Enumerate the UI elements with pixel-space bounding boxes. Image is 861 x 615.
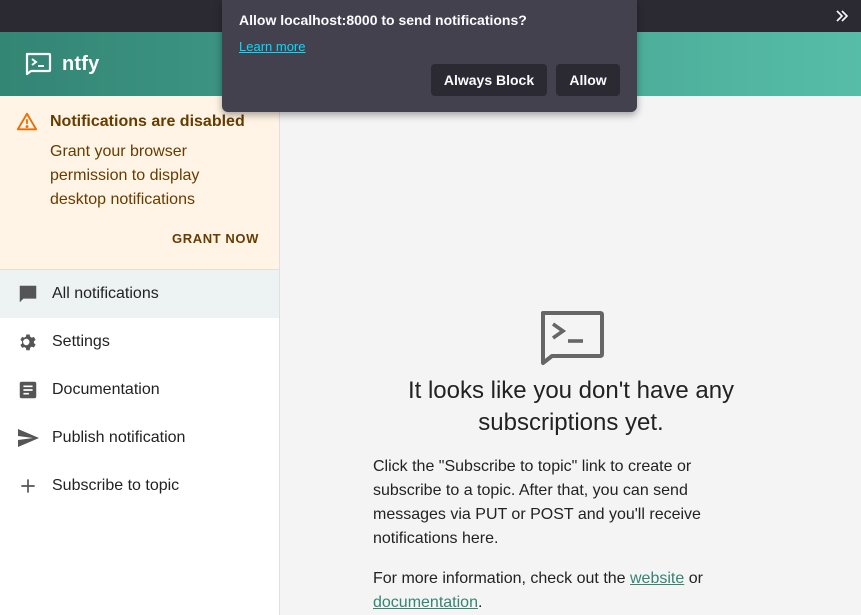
- article-icon: [16, 378, 40, 402]
- grant-now-button[interactable]: GRANT NOW: [172, 231, 259, 246]
- sidebar-item-label: Publish notification: [52, 429, 186, 446]
- allow-button[interactable]: Allow: [556, 64, 620, 96]
- sidebar-item-publish-notification[interactable]: Publish notification: [0, 414, 279, 462]
- send-icon: [16, 426, 40, 450]
- sidebar-item-settings[interactable]: Settings: [0, 318, 279, 366]
- sidebar: Notifications are disabled Grant your br…: [0, 96, 280, 615]
- sidebar-item-label: All notifications: [52, 285, 159, 302]
- alert-text: Grant your browser permission to display…: [50, 143, 200, 208]
- empty-state-title: It looks like you don't have any subscri…: [407, 377, 735, 436]
- plus-icon: [16, 474, 40, 498]
- ntfy-logo-icon: [25, 52, 52, 76]
- app-name: ntfy: [62, 52, 100, 75]
- always-block-button[interactable]: Always Block: [431, 64, 547, 96]
- learn-more-link[interactable]: Learn more: [239, 39, 305, 54]
- gear-icon: [16, 330, 40, 354]
- sidebar-item-label: Documentation: [52, 381, 160, 398]
- more-info-prefix: For more information, check out the: [373, 570, 630, 587]
- website-link[interactable]: website: [630, 570, 684, 587]
- double-chevron-right-icon[interactable]: [829, 4, 855, 28]
- notification-permission-popup: Allow localhost:8000 to send notificatio…: [222, 0, 637, 112]
- more-info-middle: or: [684, 570, 703, 587]
- sidebar-item-label: Settings: [52, 333, 110, 350]
- sidebar-item-subscribe-to-topic[interactable]: Subscribe to topic: [0, 462, 279, 510]
- warning-icon: [16, 112, 38, 131]
- notifications-disabled-alert: Notifications are disabled Grant your br…: [0, 96, 279, 270]
- sidebar-item-label: Subscribe to topic: [52, 477, 180, 494]
- terminal-chat-icon: [541, 311, 604, 365]
- alert-title: Notifications are disabled: [50, 113, 245, 130]
- sidebar-item-documentation[interactable]: Documentation: [0, 366, 279, 414]
- more-info-suffix: .: [477, 594, 483, 611]
- chat-bubble-icon: [16, 282, 40, 306]
- main-content: It looks like you don't have any subscri…: [281, 96, 861, 615]
- permission-message: Allow localhost:8000 to send notificatio…: [239, 12, 527, 28]
- documentation-link[interactable]: documentation: [373, 594, 478, 611]
- sidebar-item-all-notifications[interactable]: All notifications: [0, 270, 279, 318]
- more-info-text: For more information, check out the webs…: [373, 567, 753, 615]
- empty-state-description: Click the "Subscribe to topic" link to c…: [373, 458, 701, 547]
